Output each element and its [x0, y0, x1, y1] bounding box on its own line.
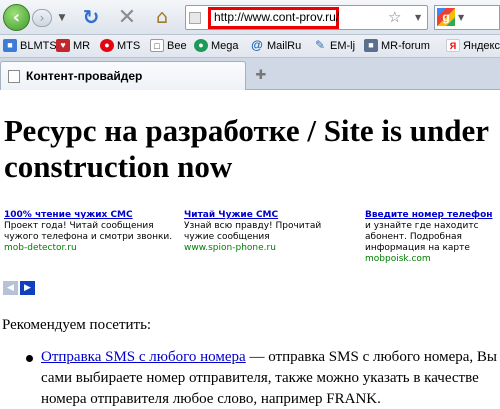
bookmark-mts[interactable]: ● MTS [100, 39, 140, 52]
ad-description: Проект года! Читай сообщения чужого теле… [4, 221, 173, 242]
at-sign-icon: @ [251, 38, 263, 52]
ad-title[interactable]: 100% чтение чужих СМС [4, 210, 179, 221]
bookmark-mr[interactable]: ♥ MR [56, 39, 90, 52]
recommend-label: Рекомендуем посетить: [2, 317, 152, 333]
google-icon: g [437, 8, 455, 26]
pencil-icon: ✎ [314, 38, 326, 52]
back-button[interactable]: ‹ [3, 4, 30, 31]
tab-bar: Контент-провайдер ✚ [0, 58, 500, 90]
prev-arrow-icon[interactable]: ◀ [3, 281, 18, 295]
yandex-icon: Я [446, 39, 460, 52]
plus-icon: ✚ [255, 67, 267, 83]
list-item: Отправка SMS с любого номера — отправка … [41, 347, 500, 409]
bookmark-yandex[interactable]: Я Яндекс [446, 39, 500, 52]
bookmark-blmts[interactable]: ■ BLMTS [3, 39, 57, 52]
list-bullet [26, 355, 33, 362]
history-dropdown-button[interactable]: ▼ [55, 9, 69, 27]
ad-description: Узнай всю правду! Прочитай чужие сообщен… [184, 221, 322, 242]
item-link[interactable]: Отправка SMS с любого номера [41, 349, 246, 365]
next-arrow-icon[interactable]: ▶ [20, 281, 35, 295]
address-bar[interactable]: http://www.cont-prov.ru/ ☆ ▼ [185, 5, 428, 30]
forward-arrow-icon: › [39, 11, 45, 25]
chevron-down-icon: ▼ [58, 13, 66, 23]
site-favicon [189, 12, 201, 24]
page-icon: □ [150, 39, 164, 52]
home-icon: ⌂ [155, 6, 169, 28]
bookmark-icon: ● [194, 39, 208, 52]
bookmark-mailru[interactable]: @ MailRu [250, 39, 301, 52]
ad-block-3[interactable]: Введите номер телефон и узнайте где нахо… [365, 210, 500, 265]
forum-icon: ■ [364, 39, 378, 52]
bookmark-icon: ♥ [56, 39, 70, 52]
reload-icon: ↻ [82, 5, 100, 29]
new-tab-button[interactable]: ✚ [250, 65, 272, 85]
search-engine-dropdown-icon[interactable]: ▼ [458, 13, 464, 22]
page-content: Ресурс на разработке / Site is under con… [0, 91, 500, 409]
ad-url[interactable]: mob-detector.ru [4, 243, 179, 254]
bookmarks-toolbar: ■ BLMTS ♥ MR ● MTS □ Bee ● Mega @ MailRu… [0, 35, 500, 58]
ad-title[interactable]: Введите номер телефон [365, 210, 500, 221]
bookmark-mega[interactable]: ● Mega [194, 39, 239, 52]
ad-url[interactable]: mobpoisk.com [365, 254, 500, 265]
page-heading: Ресурс на разработке / Site is under con… [4, 113, 489, 184]
page-icon [8, 70, 20, 83]
ad-title[interactable]: Читай Чужие СМС [184, 210, 354, 221]
forward-button[interactable]: › [32, 9, 52, 27]
bookmark-em-lj[interactable]: ✎ EM-lj [313, 39, 355, 52]
stop-button[interactable]: ✕ [116, 4, 138, 30]
tab-title: Контент-провайдер [26, 69, 143, 83]
tab-active[interactable]: Контент-провайдер [0, 61, 246, 90]
url-text[interactable]: http://www.cont-prov.ru/ [214, 10, 339, 24]
bookmark-icon: ■ [3, 39, 17, 52]
search-box[interactable]: g ▼ [434, 5, 500, 30]
stop-icon: ✕ [117, 4, 137, 30]
url-dropdown-icon[interactable]: ▼ [415, 13, 421, 22]
bookmark-bee[interactable]: □ Bee [150, 39, 187, 52]
bookmark-icon: ● [100, 39, 114, 52]
ad-block-1[interactable]: 100% чтение чужих СМС Проект года! Читай… [4, 210, 179, 254]
back-arrow-icon: ‹ [12, 7, 21, 28]
ad-block-2[interactable]: Читай Чужие СМС Узнай всю правду! Прочит… [184, 210, 354, 254]
bookmark-mr-forum[interactable]: ■ MR-forum [364, 39, 430, 52]
ad-description: и узнайте где находитс абонент. Подробна… [365, 221, 479, 253]
bookmark-star-icon[interactable]: ☆ [388, 8, 401, 26]
reload-button[interactable]: ↻ [80, 5, 102, 29]
home-button[interactable]: ⌂ [150, 6, 174, 28]
navigation-toolbar: ‹ › ▼ ↻ ✕ ⌂ http://www.cont-prov.ru/ ☆ ▼… [0, 0, 500, 35]
ad-url[interactable]: www.spion-phone.ru [184, 243, 354, 254]
